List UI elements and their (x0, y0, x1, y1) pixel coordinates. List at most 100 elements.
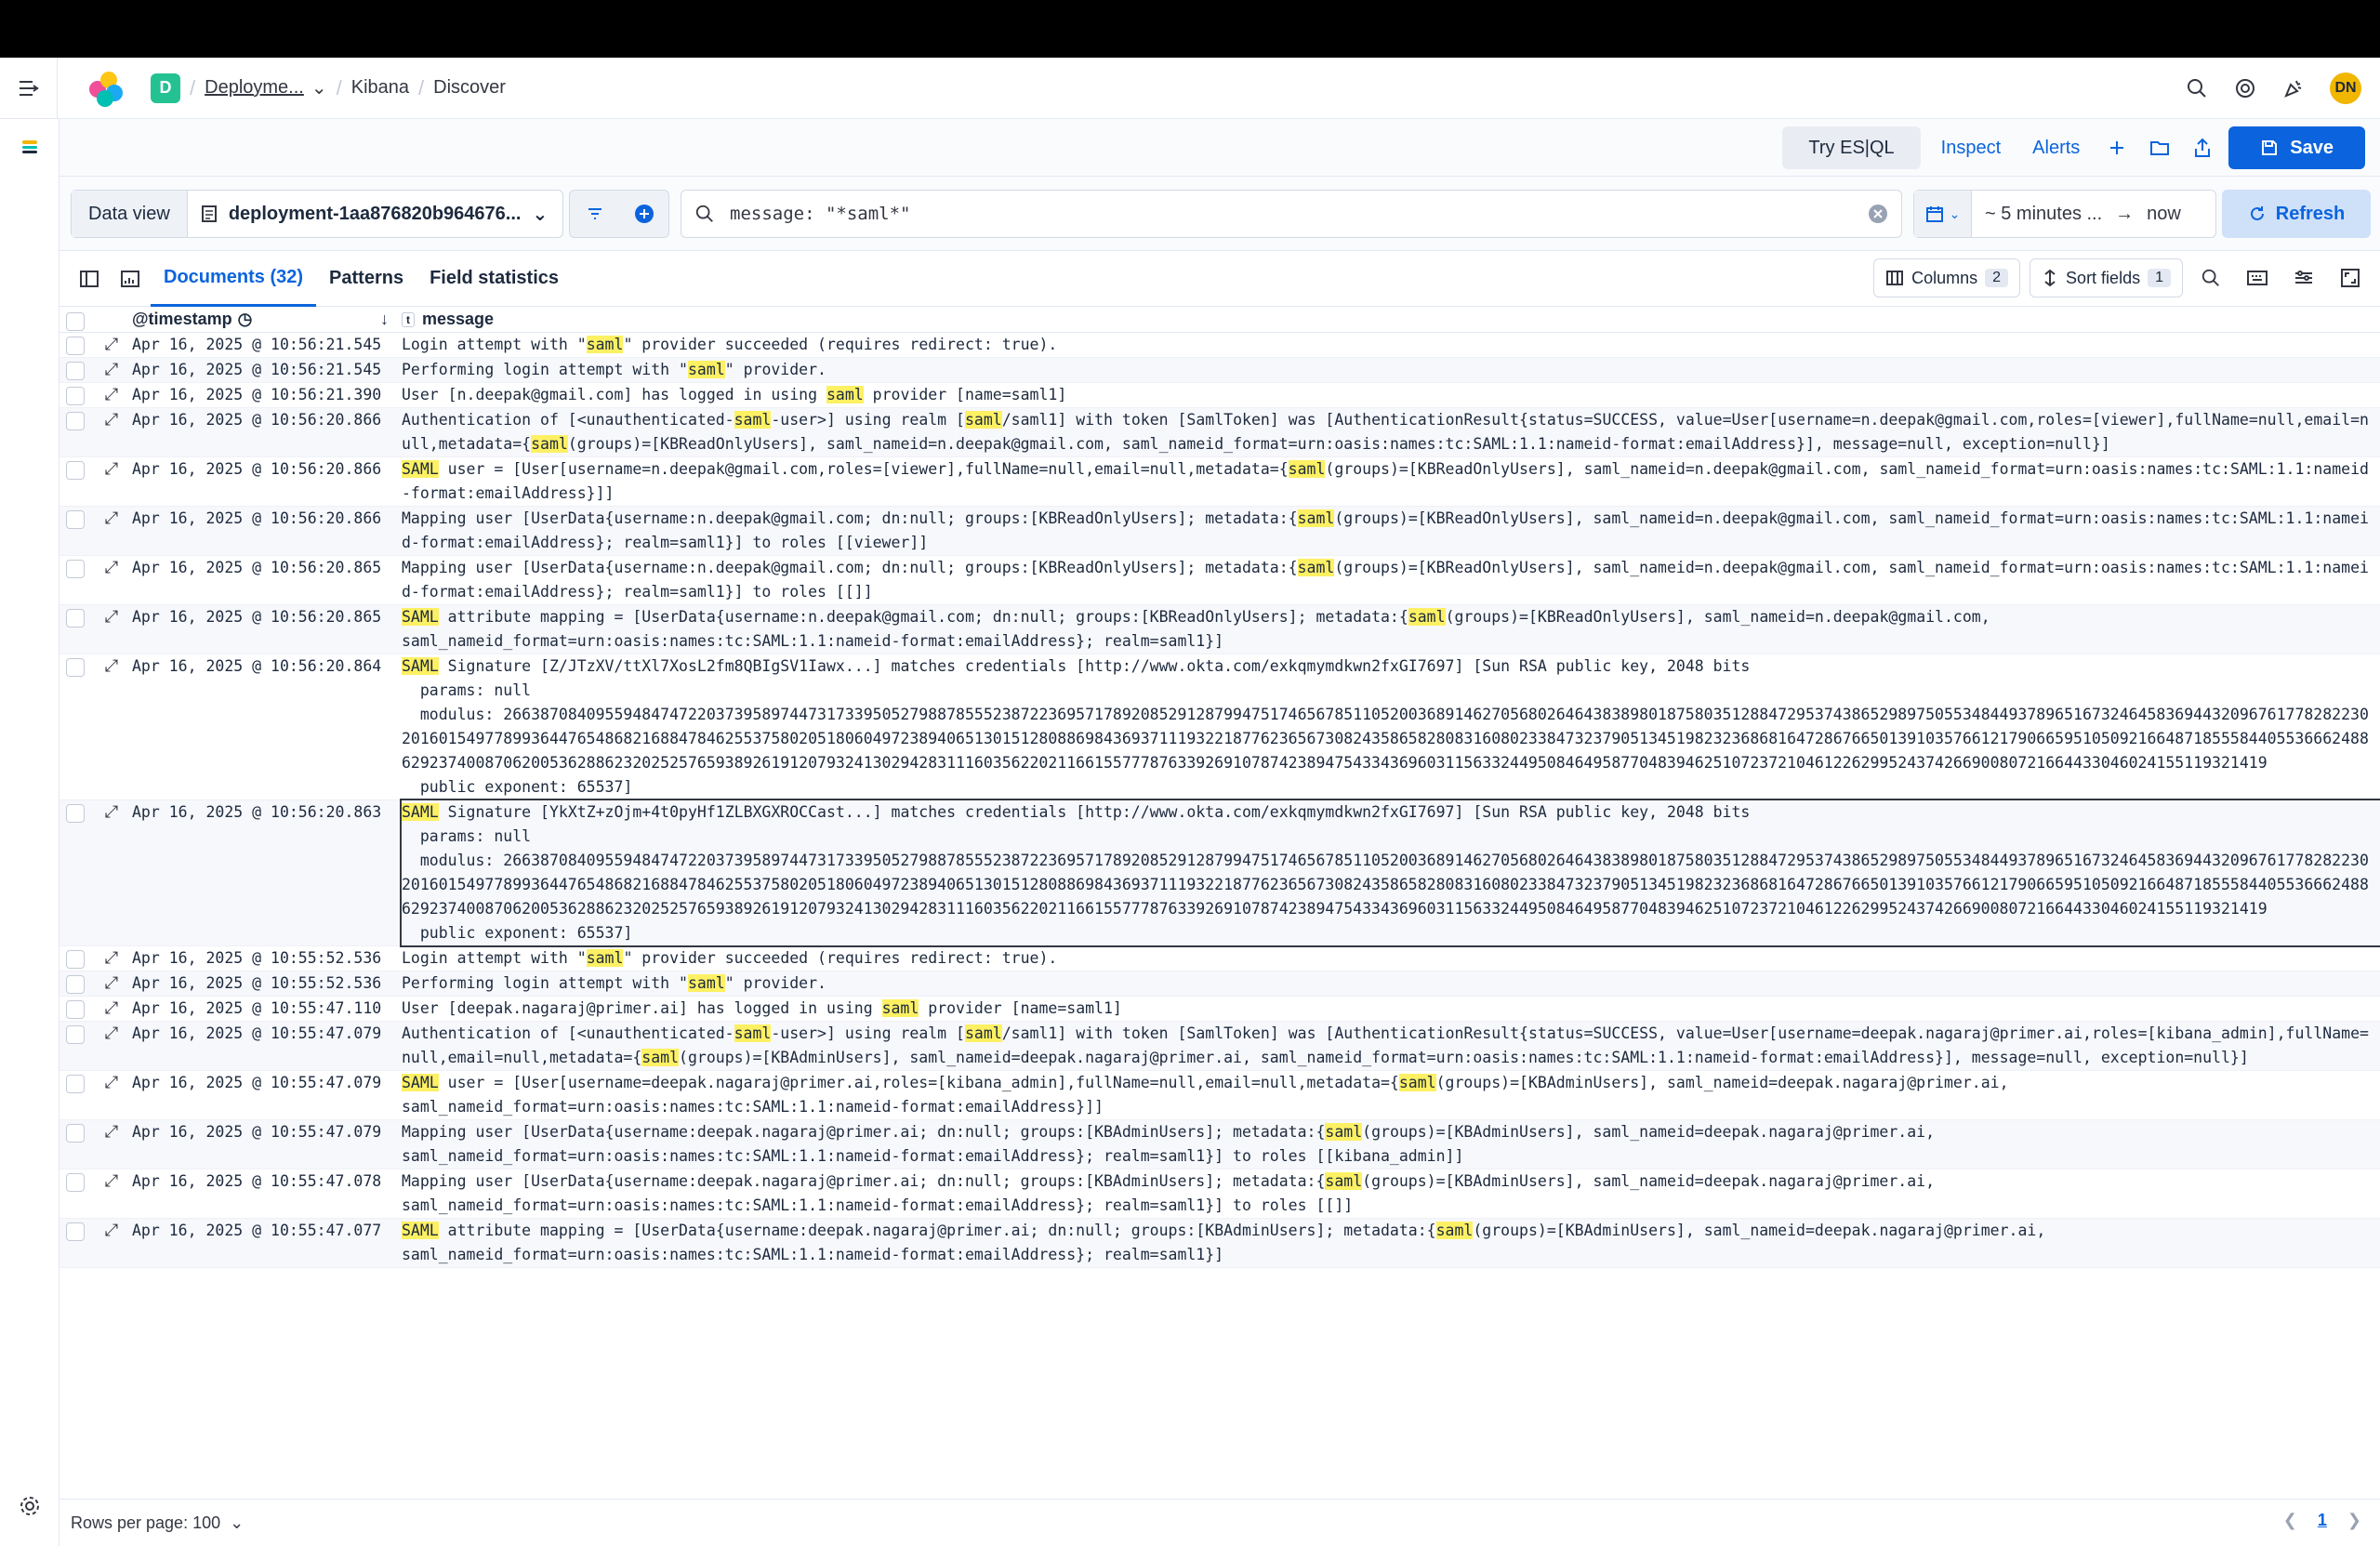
expand-icon[interactable]: ⤢ (91, 333, 132, 357)
data-view-value[interactable]: deployment-1aa876820b964676... ⌄ (188, 203, 561, 226)
filter-icon[interactable] (570, 191, 619, 237)
row-checkbox[interactable] (60, 1071, 91, 1119)
row-checkbox[interactable] (60, 408, 91, 456)
row-checkbox[interactable] (60, 605, 91, 654)
next-page-icon[interactable]: ❯ (2347, 1511, 2361, 1530)
sort-desc-icon[interactable]: ↓ (380, 310, 389, 329)
table-row[interactable]: ⤢ Apr 16, 2025 @ 10:55:52.536 Login attemp… (60, 946, 2380, 971)
expand-icon[interactable]: ⤢ (91, 800, 132, 945)
prev-page-icon[interactable]: ❮ (2283, 1511, 2297, 1530)
expand-icon[interactable]: ⤢ (91, 358, 132, 382)
row-checkbox[interactable] (60, 800, 91, 945)
column-header-timestamp[interactable]: @timestamp ◷ ↓ (132, 310, 402, 329)
page-number[interactable]: 1 (2318, 1511, 2327, 1530)
folder-icon[interactable] (2143, 131, 2176, 165)
fullscreen-icon[interactable] (2332, 258, 2369, 297)
display-settings-icon[interactable] (2285, 258, 2322, 297)
refresh-button[interactable]: Refresh (2222, 190, 2371, 238)
row-checkbox[interactable] (60, 1120, 91, 1169)
row-checkbox[interactable] (60, 946, 91, 971)
expand-icon[interactable]: ⤢ (91, 457, 132, 506)
expand-icon[interactable]: ⤢ (91, 971, 132, 996)
row-checkbox[interactable] (60, 457, 91, 506)
expand-icon[interactable]: ⤢ (91, 1120, 132, 1169)
table-row[interactable]: ⤢ Apr 16, 2025 @ 10:56:20.866 SAML user = … (60, 457, 2380, 507)
row-checkbox[interactable] (60, 1219, 91, 1267)
row-checkbox[interactable] (60, 333, 91, 357)
breadcrumb-kibana[interactable]: Kibana (351, 77, 409, 99)
expand-icon[interactable]: ⤢ (91, 1071, 132, 1119)
expand-icon[interactable]: ⤢ (91, 654, 132, 799)
deployment-badge[interactable]: D (151, 73, 180, 103)
expand-icon[interactable]: ⤢ (91, 383, 132, 407)
search-icon[interactable] (2192, 258, 2229, 297)
avatar[interactable]: DN (2330, 73, 2361, 104)
table-row[interactable]: ⤢ Apr 16, 2025 @ 10:56:20.865 Mapping user… (60, 556, 2380, 605)
table-row[interactable]: ⤢ Apr 16, 2025 @ 10:56:21.545 Performing l… (60, 358, 2380, 383)
table-row[interactable]: ⤢ Apr 16, 2025 @ 10:55:47.078 Mapping user… (60, 1169, 2380, 1219)
expand-icon[interactable]: ⤢ (91, 1169, 132, 1218)
rows-per-page-select[interactable]: Rows per page: 100 (71, 1513, 220, 1533)
alerts-button[interactable]: Alerts (2021, 138, 2091, 159)
table-row[interactable]: ⤢ Apr 16, 2025 @ 10:56:21.545 Login attemp… (60, 333, 2380, 358)
select-all-checkbox[interactable] (60, 309, 91, 331)
gear-icon[interactable] (19, 1495, 41, 1517)
query-input[interactable]: message: "*saml*" (681, 190, 1902, 238)
table-row[interactable]: ⤢ Apr 16, 2025 @ 10:56:21.390 User [n.deep… (60, 383, 2380, 408)
time-start[interactable]: ~ 5 minutes ... (1972, 204, 2115, 225)
data-view-picker[interactable]: Data view deployment-1aa876820b964676...… (71, 190, 563, 238)
row-checkbox[interactable] (60, 971, 91, 996)
table-row[interactable]: ⤢ Apr 16, 2025 @ 10:56:20.866 Authenticati… (60, 408, 2380, 457)
table-row[interactable]: ⤢ Apr 16, 2025 @ 10:55:47.079 SAML user = … (60, 1071, 2380, 1120)
discover-app-icon[interactable] (20, 138, 39, 156)
clear-icon[interactable] (1868, 204, 1888, 224)
table-row[interactable]: ⤢ Apr 16, 2025 @ 10:56:20.864 SAML Signatu… (60, 654, 2380, 800)
add-filter-icon[interactable] (619, 191, 668, 237)
expand-icon[interactable]: ⤢ (91, 605, 132, 654)
share-icon[interactable] (2186, 131, 2219, 165)
column-header-message[interactable]: t message (402, 310, 2380, 329)
try-esql-button[interactable]: Try ES|QL (1782, 126, 1921, 169)
table-row[interactable]: ⤢ Apr 16, 2025 @ 10:55:47.077 SAML attribu… (60, 1219, 2380, 1268)
expand-icon[interactable]: ⤢ (91, 997, 132, 1021)
help-icon[interactable] (2233, 76, 2257, 100)
row-checkbox[interactable] (60, 556, 91, 604)
table-row[interactable]: ⤢ Apr 16, 2025 @ 10:56:20.866 Mapping user… (60, 507, 2380, 556)
plus-icon[interactable] (2100, 131, 2134, 165)
chevron-down-icon[interactable]: ⌄ (311, 76, 327, 99)
expand-icon[interactable]: ⤢ (91, 946, 132, 971)
table-row[interactable]: ⤢ Apr 16, 2025 @ 10:55:47.079 Authenticati… (60, 1022, 2380, 1071)
elastic-logo[interactable] (87, 70, 125, 107)
tab-field-statistics[interactable]: Field statistics (416, 251, 572, 307)
chevron-down-icon[interactable]: ⌄ (230, 1513, 244, 1533)
calendar-icon[interactable]: ⌄ (1914, 191, 1972, 237)
row-checkbox[interactable] (60, 358, 91, 382)
expand-icon[interactable]: ⤢ (91, 1219, 132, 1267)
table-row[interactable]: ⤢ Apr 16, 2025 @ 10:55:52.536 Performing l… (60, 971, 2380, 997)
inspect-button[interactable]: Inspect (1930, 138, 2012, 159)
breadcrumb-deployment[interactable]: Deployme... (205, 77, 304, 99)
tab-documents[interactable]: Documents (32) (151, 251, 317, 307)
keyboard-icon[interactable] (2239, 258, 2276, 297)
columns-button[interactable]: Columns 2 (1873, 258, 2021, 297)
tab-patterns[interactable]: Patterns (316, 251, 416, 307)
table-row[interactable]: ⤢ Apr 16, 2025 @ 10:56:20.865 SAML attribu… (60, 605, 2380, 654)
row-checkbox[interactable] (60, 1022, 91, 1070)
row-checkbox[interactable] (60, 507, 91, 555)
table-row[interactable]: ⤢ Apr 16, 2025 @ 10:55:47.079 Mapping user… (60, 1120, 2380, 1169)
nav-toggle-button[interactable] (0, 57, 58, 119)
toggle-chart-icon[interactable] (110, 270, 151, 288)
save-button[interactable]: Save (2228, 126, 2365, 169)
expand-icon[interactable]: ⤢ (91, 507, 132, 555)
expand-icon[interactable]: ⤢ (91, 556, 132, 604)
toggle-sidebar-icon[interactable] (69, 270, 110, 288)
row-checkbox[interactable] (60, 997, 91, 1021)
search-icon[interactable] (2185, 76, 2209, 100)
time-end[interactable]: now (2134, 204, 2194, 225)
table-row[interactable]: ⤢ Apr 16, 2025 @ 10:56:20.863 SAML Signatu… (60, 799, 2380, 947)
row-checkbox[interactable] (60, 383, 91, 407)
row-checkbox[interactable] (60, 1169, 91, 1218)
sort-fields-button[interactable]: Sort fields 1 (2030, 258, 2183, 297)
expand-icon[interactable]: ⤢ (91, 408, 132, 456)
time-picker[interactable]: ⌄ ~ 5 minutes ... → now (1913, 190, 2216, 238)
